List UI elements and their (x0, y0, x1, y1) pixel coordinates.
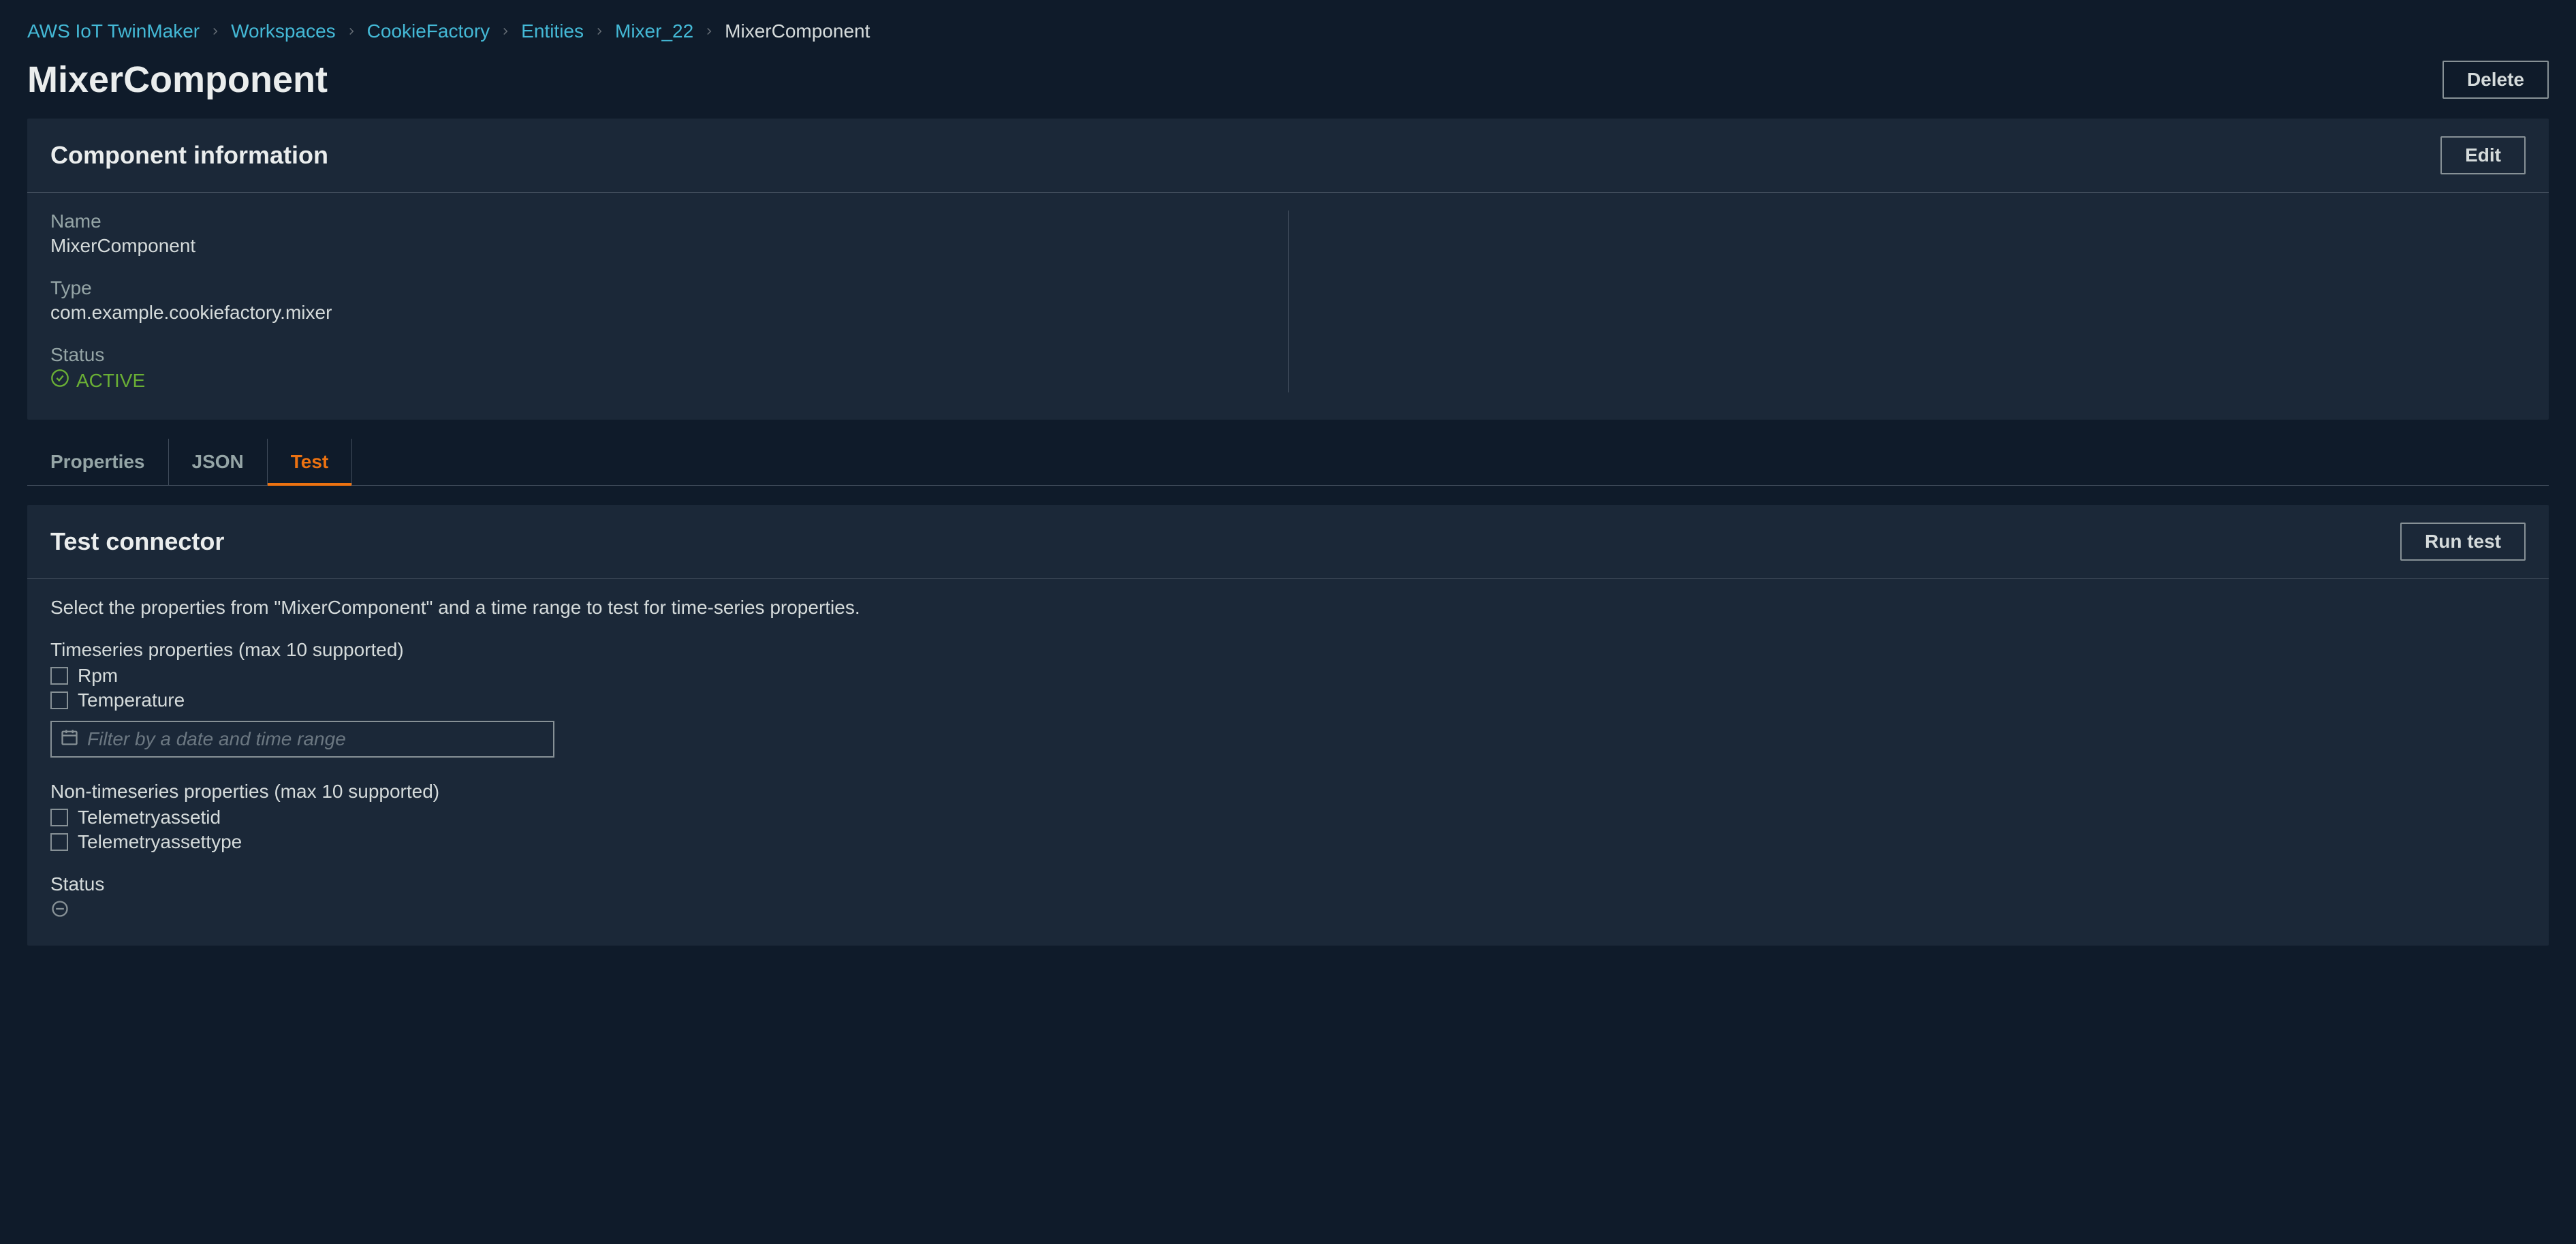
breadcrumb-link-mixer22[interactable]: Mixer_22 (615, 20, 693, 42)
test-connector-description: Select the properties from "MixerCompone… (50, 597, 2526, 619)
test-status-label: Status (50, 873, 2526, 895)
info-type-label: Type (50, 277, 1261, 299)
date-range-input[interactable] (87, 728, 545, 750)
test-status-block: Status (50, 873, 2526, 918)
ts-check-temperature: Temperature (50, 689, 2526, 711)
date-range-field[interactable] (50, 721, 554, 758)
status-pending-icon (50, 899, 2526, 918)
chevron-right-icon (209, 25, 221, 37)
component-info-header: Component information Edit (27, 119, 2549, 193)
breadcrumb-link-entities[interactable]: Entities (521, 20, 584, 42)
chevron-right-icon (593, 25, 606, 37)
info-type-value: com.example.cookiefactory.mixer (50, 302, 1261, 324)
breadcrumb-link-cookiefactory[interactable]: CookieFactory (367, 20, 490, 42)
info-status-label: Status (50, 344, 1261, 366)
nts-check-telemetryassetid: Telemetryassetid (50, 807, 2526, 828)
checkbox-rpm-label[interactable]: Rpm (78, 665, 118, 687)
tab-json[interactable]: JSON (169, 439, 268, 485)
info-name: Name MixerComponent (50, 211, 1261, 257)
ts-check-rpm: Rpm (50, 665, 2526, 687)
breadcrumb-current: MixerComponent (725, 20, 870, 42)
run-test-button[interactable]: Run test (2400, 523, 2526, 561)
test-connector-header: Test connector Run test (27, 505, 2549, 579)
delete-button[interactable]: Delete (2443, 61, 2549, 99)
timeseries-group-label: Timeseries properties (max 10 supported) (50, 639, 2526, 661)
check-circle-icon (50, 369, 69, 392)
nts-check-telemetryassettype: Telemetryassettype (50, 831, 2526, 853)
checkbox-temperature[interactable] (50, 691, 68, 709)
test-connector-panel: Test connector Run test Select the prope… (27, 505, 2549, 946)
calendar-icon (60, 728, 79, 751)
checkbox-telemetryassetid-label[interactable]: Telemetryassetid (78, 807, 221, 828)
chevron-right-icon (345, 25, 358, 37)
tabs: Properties JSON Test (27, 439, 2549, 486)
breadcrumb-link-twinmaker[interactable]: AWS IoT TwinMaker (27, 20, 200, 42)
info-type: Type com.example.cookiefactory.mixer (50, 277, 1261, 324)
checkbox-rpm[interactable] (50, 667, 68, 685)
info-status: Status ACTIVE (50, 344, 1261, 392)
breadcrumb: AWS IoT TwinMaker Workspaces CookieFacto… (27, 20, 2549, 42)
page-title: MixerComponent (27, 59, 328, 101)
chevron-right-icon (499, 25, 512, 37)
tab-test[interactable]: Test (268, 439, 353, 485)
component-info-body: Name MixerComponent Type com.example.coo… (27, 193, 2549, 420)
tab-properties[interactable]: Properties (27, 439, 169, 485)
component-info-panel: Component information Edit Name MixerCom… (27, 119, 2549, 420)
non-timeseries-group-label: Non-timeseries properties (max 10 suppor… (50, 781, 2526, 803)
checkbox-telemetryassettype-label[interactable]: Telemetryassettype (78, 831, 242, 853)
component-info-title: Component information (50, 141, 328, 170)
checkbox-telemetryassettype[interactable] (50, 833, 68, 851)
chevron-right-icon (703, 25, 715, 37)
test-connector-title: Test connector (50, 527, 224, 556)
edit-button[interactable]: Edit (2440, 136, 2526, 174)
info-status-value: ACTIVE (76, 370, 145, 392)
info-name-label: Name (50, 211, 1261, 232)
test-connector-body: Select the properties from "MixerCompone… (27, 579, 2549, 946)
info-name-value: MixerComponent (50, 235, 1261, 257)
checkbox-telemetryassetid[interactable] (50, 809, 68, 826)
status-badge: ACTIVE (50, 369, 1261, 392)
checkbox-temperature-label[interactable]: Temperature (78, 689, 185, 711)
breadcrumb-link-workspaces[interactable]: Workspaces (231, 20, 336, 42)
page-header: MixerComponent Delete (27, 59, 2549, 101)
